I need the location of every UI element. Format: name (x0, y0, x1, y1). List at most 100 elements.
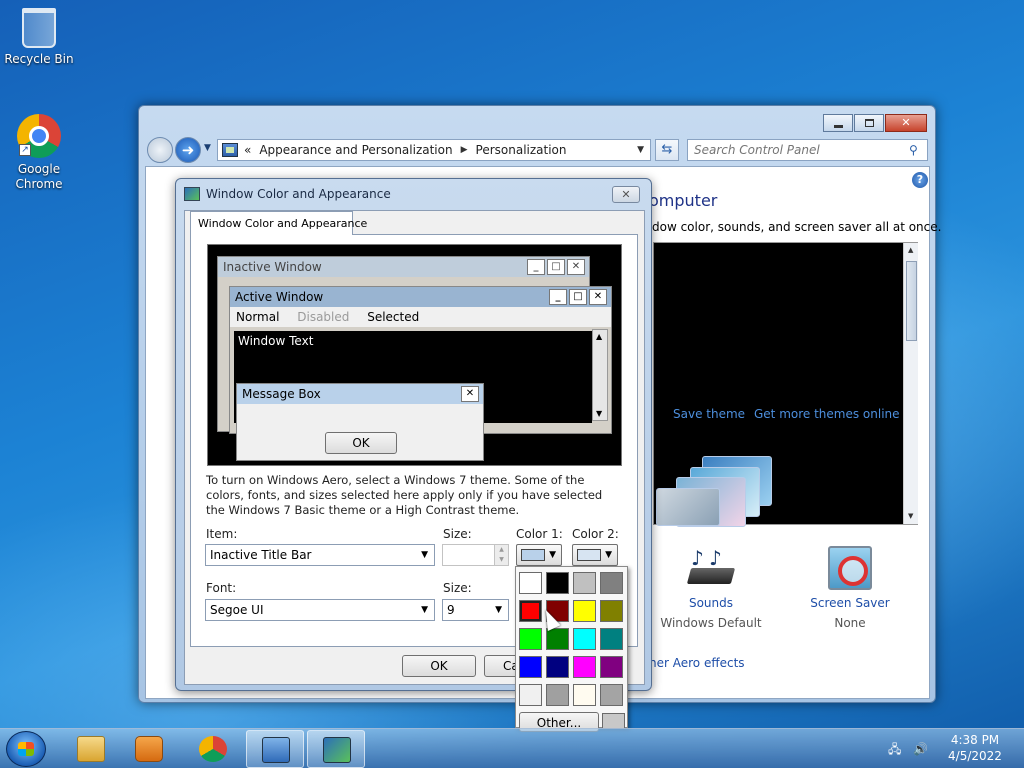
font-size-select[interactable]: 9 ▼ (442, 599, 509, 621)
minimize-icon: _ (549, 289, 567, 305)
themes-scrollbar[interactable]: ▲ ▼ (903, 243, 918, 524)
item-size-stepper[interactable]: ▲ ▼ (442, 544, 509, 566)
help-icon[interactable]: ? (912, 172, 928, 188)
color-swatch[interactable] (600, 656, 623, 678)
system-tray: 🖧 🔊 (888, 740, 928, 761)
color-swatch[interactable] (600, 684, 623, 706)
color-swatch[interactable] (519, 684, 542, 706)
color-swatch[interactable] (600, 600, 623, 622)
color-swatch[interactable] (546, 628, 569, 650)
item-select[interactable]: Inactive Title Bar ▼ (205, 544, 435, 566)
menu-disabled[interactable]: Disabled (297, 310, 349, 324)
color-swatch[interactable] (600, 628, 623, 650)
media-player-icon (135, 736, 163, 762)
ok-button[interactable]: OK (402, 655, 476, 677)
taskbar-window-color[interactable] (307, 730, 365, 768)
close-icon: ✕ (567, 259, 585, 275)
menu-normal[interactable]: Normal (236, 310, 279, 324)
taskbar-control-panel[interactable] (246, 730, 304, 768)
scroll-up-icon[interactable]: ▲ (908, 246, 913, 254)
color-swatch[interactable] (600, 572, 623, 594)
stepper-up-icon[interactable]: ▲ (494, 545, 508, 555)
menu-selected[interactable]: Selected (367, 310, 419, 324)
save-theme-link[interactable]: Save theme (673, 407, 745, 421)
scroll-down-icon[interactable]: ▼ (908, 512, 913, 520)
color-swatch[interactable] (573, 684, 596, 706)
active-title-bar[interactable]: Active Window _ □ ✕ (230, 287, 611, 307)
chevron-down-icon: ▼ (605, 550, 612, 560)
color2-label: Color 2: (572, 527, 619, 541)
color-swatch[interactable] (573, 628, 596, 650)
refresh-button[interactable]: ⇆ (655, 139, 679, 161)
font-select[interactable]: Segoe UI ▼ (205, 599, 435, 621)
message-box-title-bar[interactable]: Message Box ✕ (237, 384, 483, 404)
preview-message-box[interactable]: Message Box ✕ Message Text OK (236, 383, 484, 461)
color-swatch[interactable] (546, 684, 569, 706)
taskbar-explorer[interactable] (62, 730, 120, 768)
breadcrumb-prefix[interactable]: « (244, 143, 251, 157)
desktop-icon-google-chrome[interactable]: ↗ Google Chrome (1, 114, 77, 192)
volume-icon[interactable]: 🔊 (913, 742, 928, 756)
font-label: Font: (206, 581, 237, 595)
preview-scrollbar[interactable]: ▲ ▼ (592, 329, 608, 421)
recycle-bin-icon (22, 8, 56, 48)
minimize-button[interactable] (823, 114, 853, 132)
chevron-down-icon[interactable]: ▼ (637, 145, 644, 155)
back-button[interactable] (147, 137, 173, 163)
color1-button[interactable]: ▼ (516, 544, 562, 566)
inactive-title-bar[interactable]: Inactive Window _ □ ✕ (218, 257, 589, 277)
color-swatch[interactable] (573, 600, 596, 622)
item-select-value: Inactive Title Bar (210, 548, 312, 562)
chevron-down-icon: ▼ (495, 605, 502, 615)
taskbar-clock[interactable]: 4:38 PM 4/5/2022 (940, 732, 1010, 764)
close-icon: ✕ (589, 289, 607, 305)
network-icon[interactable]: 🖧 (888, 742, 901, 756)
get-more-themes-link[interactable]: Get more themes online (754, 407, 900, 421)
chevron-right-icon[interactable]: ▶ (461, 145, 468, 155)
minimize-icon: _ (527, 259, 545, 275)
color-swatch[interactable] (573, 572, 596, 594)
close-button[interactable]: ✕ (885, 114, 927, 132)
color-swatch[interactable] (546, 656, 569, 678)
taskbar-media-player[interactable] (120, 730, 178, 768)
taskbar-chrome[interactable] (184, 730, 242, 768)
search-input[interactable] (687, 139, 928, 161)
tab-window-color-appearance[interactable]: Window Color and Appearance (190, 211, 367, 235)
page-subheading: dow color, sounds, and screen saver all … (652, 220, 942, 234)
color-swatch[interactable] (546, 572, 569, 594)
address-bar[interactable]: « Appearance and Personalization ▶ Perso… (217, 139, 651, 161)
color-swatch[interactable] (519, 628, 542, 650)
aero-effects-link[interactable]: her Aero effects (649, 656, 745, 670)
clock-time: 4:38 PM (950, 733, 1000, 747)
color-swatch[interactable] (519, 572, 542, 594)
screen-saver-icon (828, 546, 872, 590)
shortcut-arrow-icon: ↗ (19, 144, 31, 156)
color2-button[interactable]: ▼ (572, 544, 618, 566)
screen-saver-label[interactable]: Screen Saver (780, 596, 920, 610)
sounds-label[interactable]: Sounds (641, 596, 781, 610)
dialog-close-button[interactable]: ✕ (612, 186, 640, 203)
maximize-button[interactable] (854, 114, 884, 132)
color1-label: Color 1: (516, 527, 563, 541)
screen-saver-setting[interactable]: Screen Saver None (780, 546, 920, 630)
sounds-setting[interactable]: ♪ ♪ Sounds Windows Default (641, 546, 781, 630)
item-size-label: Size: (443, 527, 472, 541)
preview-menu-bar[interactable]: Normal Disabled Selected (230, 307, 611, 327)
color-swatch[interactable] (519, 600, 542, 622)
color-swatch[interactable] (573, 656, 596, 678)
forward-button[interactable]: ➜ (175, 137, 201, 163)
search-icon[interactable]: ⚲ (909, 143, 918, 157)
breadcrumb-appearance[interactable]: Appearance and Personalization (259, 143, 452, 157)
themes-list[interactable] (653, 242, 918, 527)
appearance-preview[interactable]: Inactive Window _ □ ✕ Active Window _ □ … (207, 244, 622, 466)
breadcrumb-personalization[interactable]: Personalization (476, 143, 567, 157)
color-swatch[interactable] (519, 656, 542, 678)
taskbar (0, 728, 1024, 768)
scroll-thumb[interactable] (906, 261, 917, 341)
recent-pages-dropdown[interactable]: ▼ (204, 143, 211, 153)
custom-color-swatch[interactable] (602, 713, 625, 729)
start-button[interactable] (6, 731, 46, 767)
desktop-icon-recycle-bin[interactable]: Recycle Bin (1, 8, 77, 67)
stepper-down-icon[interactable]: ▼ (494, 555, 508, 565)
preview-ok-button[interactable]: OK (325, 432, 397, 454)
